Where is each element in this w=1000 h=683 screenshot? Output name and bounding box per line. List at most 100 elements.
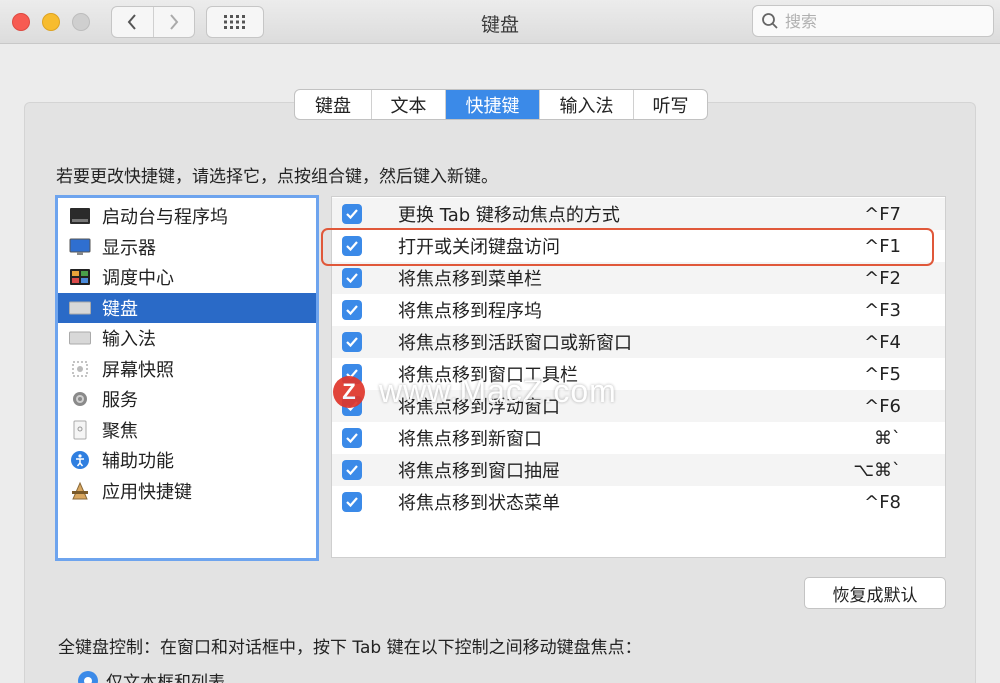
checkmark-icon bbox=[346, 369, 358, 380]
checkmark-icon bbox=[346, 401, 358, 412]
shortcut-label: 将焦点移到新窗口 bbox=[398, 429, 542, 450]
category-item-accessibility[interactable]: 辅助功能 bbox=[58, 445, 316, 476]
shortcut-row[interactable]: 将焦点移到状态菜单 ^F8 bbox=[332, 486, 945, 518]
app-shortcuts-icon bbox=[68, 481, 92, 501]
category-item-input-source[interactable]: 输入法 bbox=[58, 323, 316, 354]
shortcut-row[interactable]: 将焦点移到菜单栏 ^F2 bbox=[332, 262, 945, 294]
shortcut-checkbox[interactable] bbox=[342, 332, 362, 352]
radio-text-boxes-lists[interactable]: 仅文本框和列表 bbox=[78, 668, 225, 683]
shortcut-label: 将焦点移到活跃窗口或新窗口 bbox=[398, 333, 632, 354]
shortcut-checkbox[interactable] bbox=[342, 492, 362, 512]
category-item-keyboard[interactable]: 键盘 bbox=[58, 292, 316, 323]
instruction-text: 若要更改快捷键，请选择它，点按组合键，然后键入新键。 bbox=[56, 167, 498, 187]
grid-icon bbox=[224, 15, 245, 29]
shortcut-label: 将焦点移到程序坞 bbox=[398, 301, 542, 322]
shortcut-row[interactable]: 将焦点移到程序坞 ^F3 bbox=[332, 294, 945, 326]
shortcut-key[interactable]: ^F7 bbox=[864, 204, 901, 225]
search-field[interactable] bbox=[752, 5, 994, 37]
title-bar: 键盘 bbox=[0, 0, 1000, 44]
shortcut-checkbox[interactable] bbox=[342, 300, 362, 320]
shortcut-label: 更换 Tab 键移动焦点的方式 bbox=[398, 205, 620, 226]
show-all-button[interactable] bbox=[206, 6, 264, 38]
input-source-icon bbox=[68, 328, 92, 348]
shortcut-key[interactable]: ⌥⌘` bbox=[853, 460, 901, 481]
restore-defaults-button[interactable]: 恢复成默认 bbox=[804, 577, 946, 609]
checkmark-icon bbox=[346, 337, 358, 348]
checkmark-icon bbox=[346, 305, 358, 316]
minimize-window-button[interactable] bbox=[42, 13, 60, 31]
shortcut-label: 将焦点移到窗口抽屉 bbox=[398, 461, 560, 482]
shortcut-key[interactable]: ^F8 bbox=[864, 492, 901, 513]
checkmark-icon bbox=[346, 241, 358, 252]
category-item-launchpad-dock[interactable]: 启动台与程序坞 bbox=[58, 201, 316, 232]
shortcut-row[interactable]: 打开或关闭键盘访问 ^F1 bbox=[332, 230, 945, 262]
shortcut-checkbox[interactable] bbox=[342, 236, 362, 256]
category-label: 显示器 bbox=[102, 237, 156, 259]
shortcut-label: 将焦点移到窗口工具栏 bbox=[398, 365, 578, 386]
category-item-spotlight[interactable]: 聚焦 bbox=[58, 415, 316, 446]
shortcut-row[interactable]: 将焦点移到新窗口 ⌘` bbox=[332, 422, 945, 454]
shortcut-label: 将焦点移到菜单栏 bbox=[398, 269, 542, 290]
tab-shortcuts[interactable]: 快捷键 bbox=[445, 90, 539, 119]
screenshot-icon bbox=[68, 359, 92, 379]
shortcut-checkbox[interactable] bbox=[342, 364, 362, 384]
accessibility-icon bbox=[68, 450, 92, 470]
full-keyboard-access-label: 全键盘控制：在窗口和对话框中，按下 Tab 键在以下控制之间移动键盘焦点： bbox=[58, 638, 642, 658]
shortcut-label: 将焦点移到浮动窗口 bbox=[398, 397, 560, 418]
shortcut-row[interactable]: 将焦点移到浮动窗口 ^F6 bbox=[332, 390, 945, 422]
shortcut-row[interactable]: 将焦点移到活跃窗口或新窗口 ^F4 bbox=[332, 326, 945, 358]
shortcut-row[interactable]: 将焦点移到窗口工具栏 ^F5 bbox=[332, 358, 945, 390]
category-label: 键盘 bbox=[102, 298, 138, 320]
tab-dictation[interactable]: 听写 bbox=[633, 90, 707, 119]
shortcut-checkbox[interactable] bbox=[342, 204, 362, 224]
shortcut-checkbox[interactable] bbox=[342, 428, 362, 448]
category-label: 服务 bbox=[102, 390, 138, 412]
launchpad-dock-icon bbox=[68, 206, 92, 226]
checkmark-icon bbox=[346, 209, 358, 220]
category-item-display[interactable]: 显示器 bbox=[58, 232, 316, 263]
tab-text[interactable]: 文本 bbox=[371, 90, 445, 119]
shortcut-checkbox[interactable] bbox=[342, 268, 362, 288]
shortcut-key[interactable]: ^F5 bbox=[864, 364, 901, 385]
shortcut-key[interactable]: ^F4 bbox=[864, 332, 901, 353]
category-item-app-shortcuts[interactable]: 应用快捷键 bbox=[58, 476, 316, 507]
shortcut-row[interactable]: 将焦点移到窗口抽屉 ⌥⌘` bbox=[332, 454, 945, 486]
shortcut-row[interactable]: 更换 Tab 键移动焦点的方式 ^F7 bbox=[332, 198, 945, 230]
spotlight-icon bbox=[68, 420, 92, 440]
radio-label: 仅文本框和列表 bbox=[106, 673, 225, 683]
radio-button[interactable] bbox=[78, 670, 98, 683]
shortcut-key[interactable]: ^F1 bbox=[864, 236, 901, 257]
mission-control-icon bbox=[68, 267, 92, 287]
tab-input-sources[interactable]: 输入法 bbox=[539, 90, 633, 119]
search-icon bbox=[762, 13, 778, 29]
category-label: 应用快捷键 bbox=[102, 481, 192, 503]
shortcut-checkbox[interactable] bbox=[342, 396, 362, 416]
forward-button[interactable] bbox=[152, 7, 195, 37]
category-item-services[interactable]: 服务 bbox=[58, 384, 316, 415]
category-item-mission-control[interactable]: 调度中心 bbox=[58, 262, 316, 293]
back-button[interactable] bbox=[112, 7, 153, 37]
shortcut-label: 打开或关闭键盘访问 bbox=[398, 237, 560, 258]
category-item-screenshot[interactable]: 屏幕快照 bbox=[58, 354, 316, 385]
shortcut-key[interactable]: ^F6 bbox=[864, 396, 901, 417]
chevron-left-icon bbox=[127, 14, 137, 30]
category-label: 辅助功能 bbox=[102, 451, 174, 473]
category-label: 调度中心 bbox=[102, 268, 174, 290]
shortcut-key[interactable]: ^F2 bbox=[864, 268, 901, 289]
category-label: 输入法 bbox=[102, 329, 156, 351]
tab-keyboard[interactable]: 键盘 bbox=[295, 90, 371, 119]
close-window-button[interactable] bbox=[12, 13, 30, 31]
search-input[interactable] bbox=[785, 11, 985, 31]
shortcut-key[interactable]: ^F3 bbox=[864, 300, 901, 321]
checkmark-icon bbox=[346, 465, 358, 476]
shortcut-key[interactable]: ⌘` bbox=[874, 428, 901, 449]
checkmark-icon bbox=[346, 273, 358, 284]
chevron-right-icon bbox=[169, 14, 179, 30]
category-list[interactable]: 启动台与程序坞 显示器 调度中心 键盘 输入法 屏幕快照 服务 聚焦 辅助功能 … bbox=[55, 195, 319, 561]
category-label: 聚焦 bbox=[102, 420, 138, 442]
gear-icon bbox=[68, 389, 92, 409]
shortcut-label: 将焦点移到状态菜单 bbox=[398, 493, 560, 514]
zoom-window-button[interactable] bbox=[72, 13, 90, 31]
shortcut-table: 更换 Tab 键移动焦点的方式 ^F7 打开或关闭键盘访问 ^F1 将焦点移到菜… bbox=[331, 196, 946, 558]
shortcut-checkbox[interactable] bbox=[342, 460, 362, 480]
